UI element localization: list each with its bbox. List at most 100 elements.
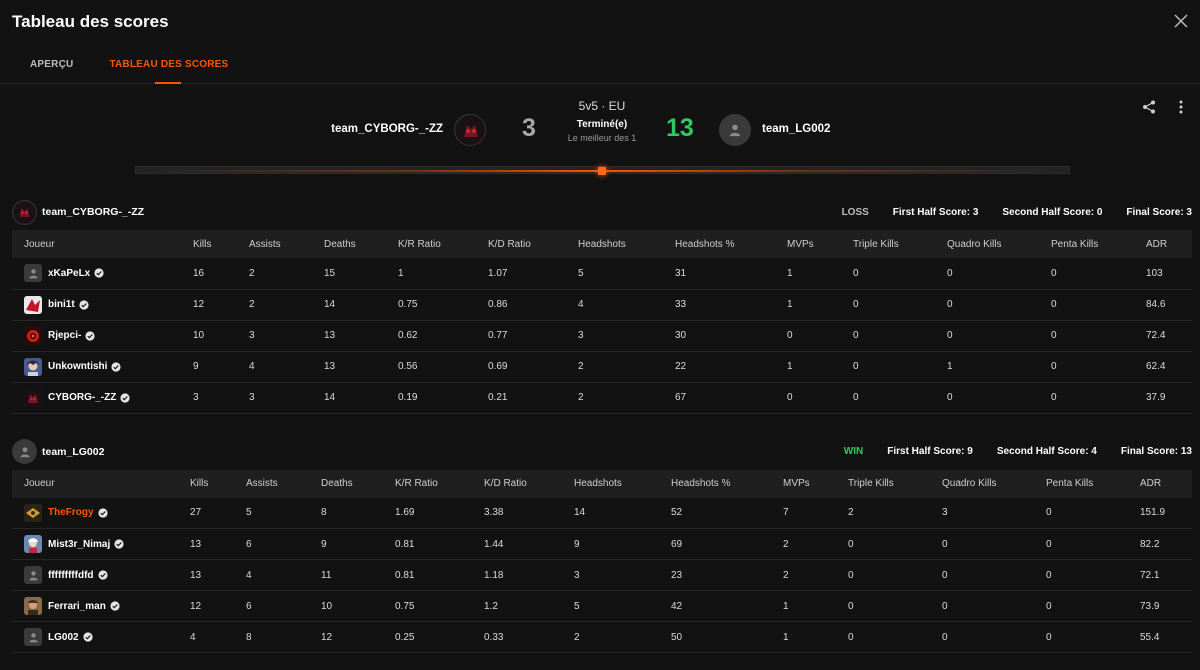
player-info: LG002 <box>24 628 178 646</box>
anime-avatar[interactable] <box>24 357 42 376</box>
stat-cell: 0.33 <box>472 621 562 653</box>
stat-cell: 2 <box>237 258 312 290</box>
player-info: TheFrogy <box>24 503 178 522</box>
stat-cell: 0 <box>1039 382 1134 414</box>
default-avatar-icon[interactable] <box>24 566 42 584</box>
table-body: TheFrogy 27 5 8 1.69 3.38 14 52 7 2 3 0 151.9 Mist3r_… <box>12 497 1192 653</box>
stat-cell: 1.07 <box>476 258 566 290</box>
cyborg-team-logo[interactable] <box>454 114 486 146</box>
stat-cell: 13 <box>312 351 386 383</box>
player-name[interactable]: Rjepci- <box>48 330 81 341</box>
stat-cell: 2 <box>771 559 836 591</box>
player-name[interactable]: fffffffffdfd <box>48 570 94 581</box>
default-avatar-icon[interactable] <box>24 628 42 646</box>
column-header: Headshots % <box>675 238 735 250</box>
tab-apercu[interactable]: APERÇU <box>30 44 73 84</box>
stat-cell: 4 <box>178 621 234 653</box>
player-name[interactable]: Ferrari_man <box>48 601 106 612</box>
stat-cell: 27 <box>178 497 234 529</box>
verified-icon <box>97 508 108 518</box>
stat-cell: 12 <box>178 590 234 622</box>
player-name[interactable]: Unkowntishi <box>48 361 107 372</box>
column-header: MVPs <box>787 238 814 250</box>
default-avatar-icon[interactable] <box>24 264 42 283</box>
player-cell: TheFrogy <box>12 497 178 529</box>
stat-cell: 8 <box>309 497 383 529</box>
verified-icon <box>110 601 120 611</box>
table-row: Ferrari_man 12 6 10 0.75 1.2 5 42 1 0 0 0 73.9 <box>12 590 1192 622</box>
stat-cell: 0 <box>1034 590 1128 622</box>
result-badge: WIN <box>843 446 864 457</box>
verified-icon <box>94 268 104 278</box>
share-icon[interactable] <box>1142 100 1156 114</box>
stat-cell: 5 <box>234 497 309 529</box>
stat-cell: 0 <box>841 289 935 321</box>
stat-cell: 1.2 <box>472 590 562 622</box>
player-info: xKaPeLx <box>24 264 181 283</box>
right-team-name[interactable]: team_LG002 <box>762 123 830 135</box>
stat-cell: 4 <box>237 351 312 383</box>
verified-icon <box>97 570 108 580</box>
stat-cell: 13 <box>178 528 234 560</box>
player-name[interactable]: TheFrogy <box>48 507 94 518</box>
tab-tableau-des-scores[interactable]: TABLEAU DES SCORES <box>109 44 228 84</box>
stat-cell: 67 <box>663 382 775 414</box>
stat-cell: 1.44 <box>472 528 562 560</box>
cyborg-team-logo[interactable] <box>12 199 37 225</box>
stat-cell: 10 <box>309 590 383 622</box>
character-avatar[interactable] <box>24 535 42 553</box>
stat-cell: 0 <box>1039 351 1134 383</box>
player-name[interactable]: Mist3r_Nimaj <box>48 539 110 550</box>
team-section-cyborg: team_CYBORG-_-ZZ LOSS First Half Score: … <box>0 194 1200 414</box>
cyborg-avatar[interactable] <box>24 388 42 407</box>
stat-cell: 55.4 <box>1128 621 1192 653</box>
first-half-score: First Half Score: 3 <box>892 206 979 218</box>
left-team-name[interactable]: team_CYBORG-_-ZZ <box>331 123 443 135</box>
stat-cell: 1 <box>935 351 1039 383</box>
stat-cell: 1.18 <box>472 559 562 591</box>
stat-cell: 82.2 <box>1128 528 1192 560</box>
stat-cell: 31 <box>663 258 775 290</box>
stat-cell: 2 <box>771 528 836 560</box>
stat-cell: 1.69 <box>383 497 472 529</box>
stat-cell: 0 <box>1034 528 1128 560</box>
default-team-logo[interactable] <box>719 114 751 146</box>
stat-cell: 52 <box>659 497 771 529</box>
stat-cell: 13 <box>312 320 386 352</box>
default-team-logo[interactable] <box>12 439 37 464</box>
result-badge: LOSS <box>841 206 869 218</box>
stat-cell: 0.77 <box>476 320 566 352</box>
team-name[interactable]: team_LG002 <box>42 446 104 458</box>
player-name[interactable]: CYBORG-_-ZZ <box>48 392 116 403</box>
stat-cell: 15 <box>312 258 386 290</box>
tab-bar: APERÇU TABLEAU DES SCORES <box>0 44 1200 84</box>
final-score: Final Score: 13 <box>1120 446 1192 457</box>
column-header: Kills <box>190 478 209 489</box>
match-summary: 5v5 · EU team_CYBORG-_-ZZ 3 Terminé(e) L… <box>0 84 1200 194</box>
final-score: Final Score: 3 <box>1126 206 1192 218</box>
stat-cell: 0 <box>930 559 1034 591</box>
more-options-icon[interactable] <box>1174 100 1188 114</box>
column-header: Kills <box>193 238 212 250</box>
player-info: fffffffffdfd <box>24 566 178 584</box>
stat-cell: 0.75 <box>386 289 476 321</box>
stat-cell: 50 <box>659 621 771 653</box>
column-header: K/D Ratio <box>488 238 531 250</box>
player-cell: Unkowntishi <box>12 351 181 383</box>
red-emblem-avatar[interactable] <box>24 326 42 345</box>
red-white-avatar[interactable] <box>24 295 42 314</box>
stat-cell: 4 <box>234 559 309 591</box>
team-name[interactable]: team_CYBORG-_-ZZ <box>42 206 144 218</box>
column-header: Deaths <box>324 238 356 250</box>
close-icon[interactable] <box>1174 14 1188 28</box>
stat-cell: 14 <box>312 382 386 414</box>
stat-cell: 22 <box>663 351 775 383</box>
player-name[interactable]: LG002 <box>48 632 79 643</box>
stat-cell: 0.62 <box>386 320 476 352</box>
stat-cell: 1 <box>771 621 836 653</box>
gold-emblem-avatar[interactable] <box>24 503 42 522</box>
player-name[interactable]: bini1t <box>48 299 75 310</box>
player-name[interactable]: xKaPeLx <box>48 268 90 279</box>
portrait-avatar[interactable] <box>24 597 42 615</box>
scoreboard-table: Joueur Kills Assists Deaths K/R Ratio K/D Rat… <box>12 230 1192 414</box>
